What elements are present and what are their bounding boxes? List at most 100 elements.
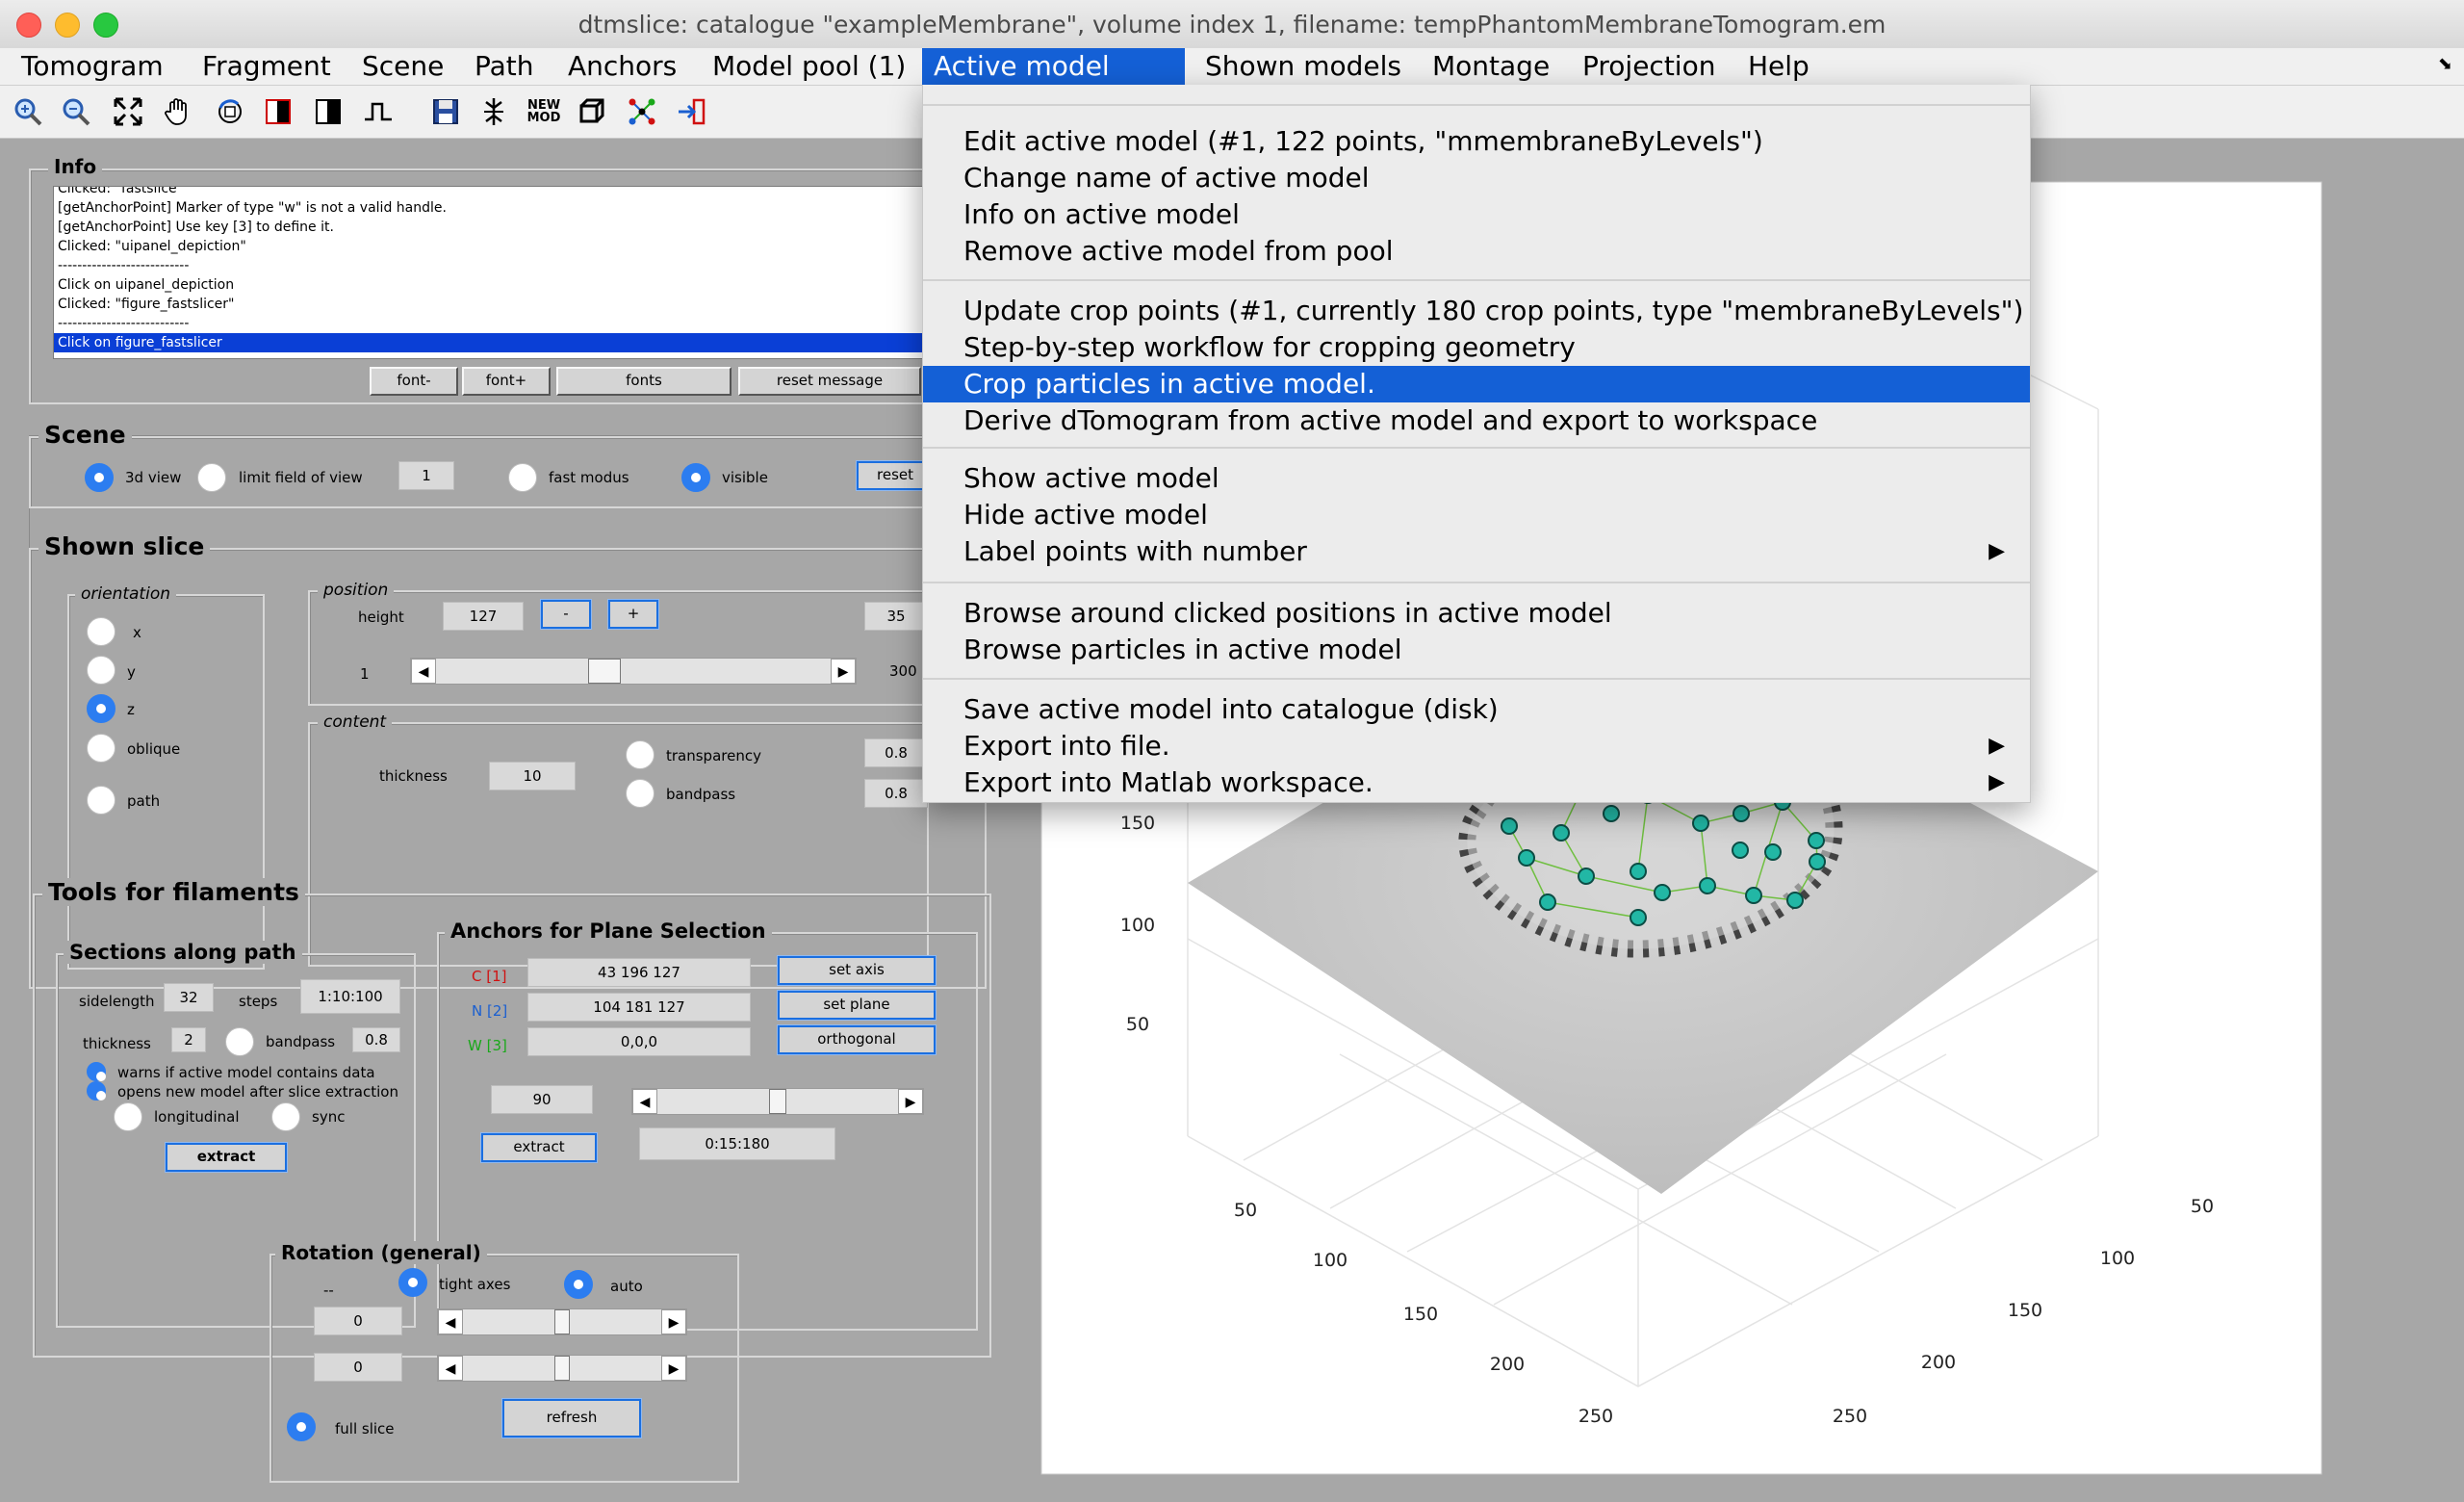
bandpass-input[interactable]: 0.8 <box>864 779 928 808</box>
dropdown-item-2-0[interactable]: Show active model <box>923 460 2030 497</box>
dropdown-item-0-2[interactable]: Info on active model <box>923 196 2030 233</box>
dropdown-item-1-3[interactable]: Derive dTomogram from active model and e… <box>923 402 2030 439</box>
height-input[interactable]: 127 <box>443 602 524 631</box>
fit-icon[interactable] <box>112 95 144 128</box>
sidelength-input[interactable]: 32 <box>164 983 214 1012</box>
orthogonal-button[interactable]: orthogonal <box>778 1025 936 1054</box>
contrast-invert-icon[interactable] <box>312 95 345 128</box>
menu-scene[interactable]: Scene <box>350 48 455 85</box>
dropdown-item-0-0[interactable]: Edit active model (#1, 122 points, "mmem… <box>923 123 2030 160</box>
rotation-slider-2-right-arrow-icon[interactable]: ▶ <box>661 1356 686 1381</box>
rotation-slider-1[interactable]: ◀ ▶ <box>437 1308 687 1335</box>
orientation-z-radio[interactable] <box>87 694 116 723</box>
export-arrow-icon[interactable] <box>676 95 708 128</box>
refresh-button[interactable]: refresh <box>502 1399 641 1437</box>
split-icon[interactable] <box>477 95 510 128</box>
rotation-slider-2-left-arrow-icon[interactable]: ◀ <box>438 1356 463 1381</box>
dropdown-item-2-2[interactable]: Label points with number ▶ <box>923 533 2030 570</box>
rotation-value-1-input[interactable]: 0 <box>314 1307 402 1335</box>
transparency-input[interactable]: 0.8 <box>864 738 928 767</box>
warn-radio[interactable] <box>87 1062 106 1081</box>
rotation-slider-1-left-arrow-icon[interactable]: ◀ <box>438 1309 463 1334</box>
cube-icon[interactable] <box>576 95 608 128</box>
longitudinal-radio[interactable] <box>114 1102 142 1131</box>
3d-view-radio[interactable] <box>85 463 114 492</box>
anchor-n-input[interactable]: 104 181 127 <box>527 993 751 1022</box>
rotation-slider-2[interactable]: ◀ ▶ <box>437 1355 687 1382</box>
font-increase-button[interactable]: font+ <box>462 367 551 396</box>
zoom-out-icon[interactable] <box>60 95 92 128</box>
steps-input[interactable]: 1:10:100 <box>300 979 400 1014</box>
rotation-value-2-input[interactable]: 0 <box>314 1353 402 1382</box>
dropdown-item-2-1[interactable]: Hide active model <box>923 497 2030 533</box>
dropdown-item-4-1[interactable]: Export into file. ▶ <box>923 728 2030 764</box>
dropdown-item-4-0[interactable]: Save active model into catalogue (disk) <box>923 691 2030 728</box>
orientation-x-radio[interactable] <box>87 617 116 646</box>
dropdown-item-0-3[interactable]: Remove active model from pool <box>923 233 2030 270</box>
pulse-icon[interactable] <box>362 95 395 128</box>
height-decrement-button[interactable]: - <box>541 600 591 629</box>
menu-fragment[interactable]: Fragment <box>191 48 343 85</box>
menu-projection[interactable]: Projection <box>1571 48 1727 85</box>
fonts-button[interactable]: fonts <box>556 367 732 396</box>
dropdown-item-1-1[interactable]: Step-by-step workflow for cropping geome… <box>923 329 2030 366</box>
new-model-icon[interactable]: NEW MOD <box>527 95 561 128</box>
anchor-w-input[interactable]: 0,0,0 <box>527 1027 751 1056</box>
orientation-oblique-radio[interactable] <box>87 734 116 763</box>
undock-icon[interactable]: ⬊ <box>2438 54 2452 74</box>
rotation-slider-1-right-arrow-icon[interactable]: ▶ <box>661 1309 686 1334</box>
sections-extract-button[interactable]: extract <box>166 1143 287 1172</box>
limit-fov-radio[interactable] <box>197 463 226 492</box>
range-input[interactable]: 0:15:180 <box>639 1127 835 1160</box>
reset-message-button[interactable]: reset message <box>738 367 921 396</box>
save-icon[interactable] <box>429 95 462 128</box>
sections-bandpass-radio[interactable] <box>225 1027 254 1056</box>
slider-thumb[interactable] <box>587 659 621 684</box>
angle-slider[interactable]: ◀ ▶ <box>631 1088 924 1115</box>
menu-tomogram[interactable]: Tomogram <box>10 48 175 85</box>
font-decrease-button[interactable]: font- <box>370 367 458 396</box>
zoom-in-icon[interactable] <box>12 95 44 128</box>
dropdown-item-3-1[interactable]: Browse particles in active model <box>923 632 2030 668</box>
fast-modus-radio[interactable] <box>508 463 537 492</box>
sections-bandpass-input[interactable]: 0.8 <box>352 1027 400 1052</box>
menu-anchors[interactable]: Anchors <box>556 48 688 85</box>
orientation-path-radio[interactable] <box>87 786 116 815</box>
set-plane-button[interactable]: set plane <box>778 991 936 1020</box>
angle-slider-right-arrow-icon[interactable]: ▶ <box>898 1089 923 1114</box>
visible-radio[interactable] <box>681 463 710 492</box>
sections-thickness-input[interactable]: 2 <box>171 1027 206 1052</box>
menu-model-pool[interactable]: Model pool (1) <box>701 48 917 85</box>
bandpass-radio[interactable] <box>626 779 654 808</box>
height-increment-button[interactable]: + <box>608 600 658 629</box>
thickness-input[interactable]: 10 <box>489 762 576 790</box>
rotation-slider-1-thumb[interactable] <box>554 1309 570 1334</box>
menu-active-model[interactable]: Active model [#1] <box>922 48 1185 118</box>
menu-help[interactable]: Help <box>1736 48 1821 85</box>
rotation-slider-2-thumb[interactable] <box>554 1356 570 1381</box>
tight-axes-radio[interactable] <box>398 1268 427 1297</box>
dropdown-item-1-0[interactable]: Update crop points (#1, currently 180 cr… <box>923 293 2030 329</box>
graph-icon[interactable] <box>626 95 658 128</box>
anchors-extract-button[interactable]: extract <box>481 1133 597 1162</box>
slider-right-arrow-icon[interactable]: ▶ <box>831 659 856 684</box>
transparency-radio[interactable] <box>626 740 654 769</box>
menu-shown-models[interactable]: Shown models <box>1194 48 1413 85</box>
rotate-3d-icon[interactable] <box>214 95 246 128</box>
anchor-c-input[interactable]: 43 196 127 <box>527 958 751 987</box>
dropdown-item-1-2[interactable]: Crop particles in active model. <box>923 366 2030 402</box>
menu-path[interactable]: Path <box>463 48 546 85</box>
angle-slider-thumb[interactable] <box>769 1089 786 1114</box>
fov-input[interactable]: 1 <box>398 461 454 490</box>
set-axis-button[interactable]: set axis <box>778 956 936 985</box>
dropdown-item-3-0[interactable]: Browse around clicked positions in activ… <box>923 595 2030 632</box>
menu-montage[interactable]: Montage <box>1421 48 1561 85</box>
message-log[interactable]: Clicked: "fastslice" [getAnchorPoint] Ma… <box>53 186 923 359</box>
angle-slider-left-arrow-icon[interactable]: ◀ <box>632 1089 657 1114</box>
slider-left-arrow-icon[interactable]: ◀ <box>411 659 436 684</box>
dropdown-item-0-1[interactable]: Change name of active model <box>923 160 2030 196</box>
sync-radio[interactable] <box>271 1102 300 1131</box>
angle-input[interactable]: 90 <box>491 1085 593 1114</box>
orientation-y-radio[interactable] <box>87 656 116 685</box>
height-slider[interactable]: ◀ ▶ <box>410 658 857 685</box>
